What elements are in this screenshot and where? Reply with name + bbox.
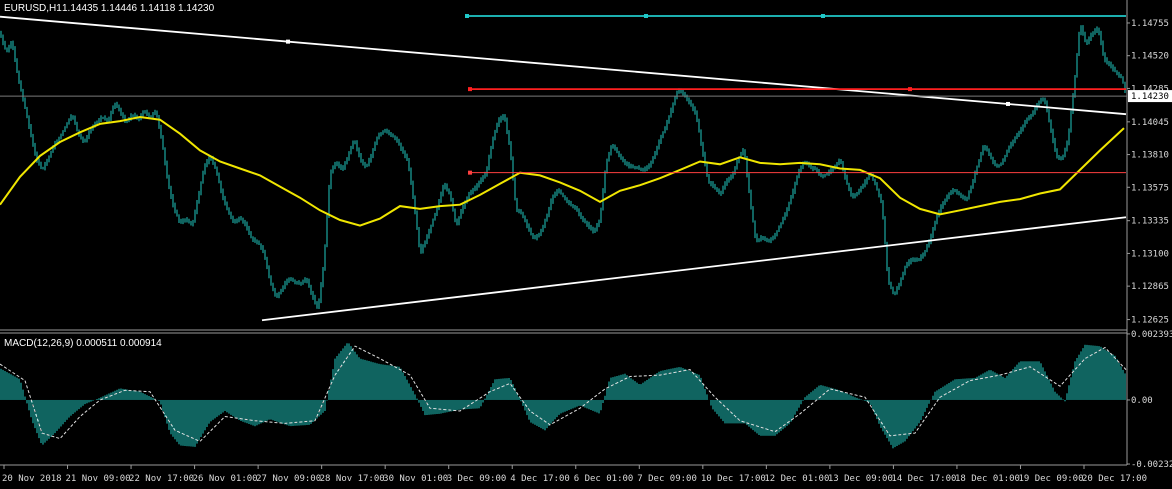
- price-tick-label: 1.14755: [1131, 19, 1169, 29]
- price-tick-label: 1.14520: [1131, 52, 1169, 62]
- time-tick-label: 22 Nov 17:00: [129, 474, 194, 484]
- time-tick-label: 26 Nov 01:00: [193, 474, 258, 484]
- main-frame: [0, 0, 1128, 466]
- macd-label: MACD(12,26,9) 0.000511 0.000914: [4, 338, 162, 349]
- time-tick-label: 12 Dec 01:00: [764, 474, 829, 484]
- trading-chart[interactable]: 1.14755 1.14520 1.14285 1.14045 1.13810 1.135…: [0, 0, 1172, 489]
- time-tick-label: 13 Dec 09:00: [828, 474, 893, 484]
- time-tick-label: 30 Nov 01:00: [383, 474, 448, 484]
- price-tick-label: 1.13100: [1131, 249, 1169, 259]
- time-tick-label: 4 Dec 17:00: [510, 474, 570, 484]
- top-level-handle[interactable]: [821, 14, 825, 18]
- time-tick-label: 14 Dec 17:00: [891, 474, 956, 484]
- time-tick-label: 28 Nov 17:00: [320, 474, 385, 484]
- price-tick-label: 1.13335: [1131, 217, 1169, 227]
- lower-trendline[interactable]: [261, 216, 1127, 322]
- top-level-handle[interactable]: [465, 14, 469, 18]
- chart-canvas[interactable]: 1.147551.145201.142851.140451.138101.135…: [0, 0, 1172, 489]
- symbol-label: EURUSD,H1: [4, 3, 62, 14]
- time-tick-label: 18 Dec 01:00: [955, 474, 1020, 484]
- price-tick-label: 1.13810: [1131, 151, 1169, 161]
- price-tick-label: 1.12625: [1131, 316, 1169, 326]
- price-tick-label: 1.13575: [1131, 183, 1169, 193]
- ohlc-label: 1.14435 1.14446 1.14118 1.14230: [62, 3, 215, 14]
- time-tick-label: 19 Dec 09:00: [1018, 474, 1083, 484]
- time-tick-label: 21 Nov 09:00: [66, 474, 131, 484]
- time-tick-label: 3 Dec 09:00: [447, 474, 507, 484]
- moving-average-line: [0, 115, 1125, 227]
- current-price-label: 1.14230: [1131, 92, 1169, 102]
- time-tick-label: 10 Dec 17:00: [701, 474, 766, 484]
- price-tick-label: 1.12865: [1131, 282, 1169, 292]
- macd-tick-label: -0.002321: [1131, 460, 1172, 470]
- macd-tick-label: 0.002393: [1131, 330, 1172, 340]
- trendline-handle[interactable]: [286, 39, 290, 44]
- time-tick-label: 7 Dec 09:00: [637, 474, 697, 484]
- macd-pane[interactable]: [0, 343, 1127, 449]
- resistance-handle[interactable]: [908, 87, 912, 92]
- time-tick-label: 20 Nov 2018: [2, 474, 62, 484]
- price-pane[interactable]: [0, 14, 1127, 322]
- time-tick-label: 6 Dec 01:00: [574, 474, 634, 484]
- support-handle[interactable]: [468, 170, 472, 175]
- upper-trendline[interactable]: [0, 15, 1127, 116]
- top-level-handle[interactable]: [644, 14, 648, 18]
- time-tick-label: 27 Nov 09:00: [256, 474, 321, 484]
- resistance-handle[interactable]: [468, 87, 472, 92]
- macd-tick-label: 0.00: [1131, 396, 1153, 406]
- trendline-handle[interactable]: [1006, 101, 1010, 106]
- price-tick-label: 1.14045: [1131, 118, 1169, 128]
- time-tick-label: 20 Dec 17:00: [1082, 474, 1147, 484]
